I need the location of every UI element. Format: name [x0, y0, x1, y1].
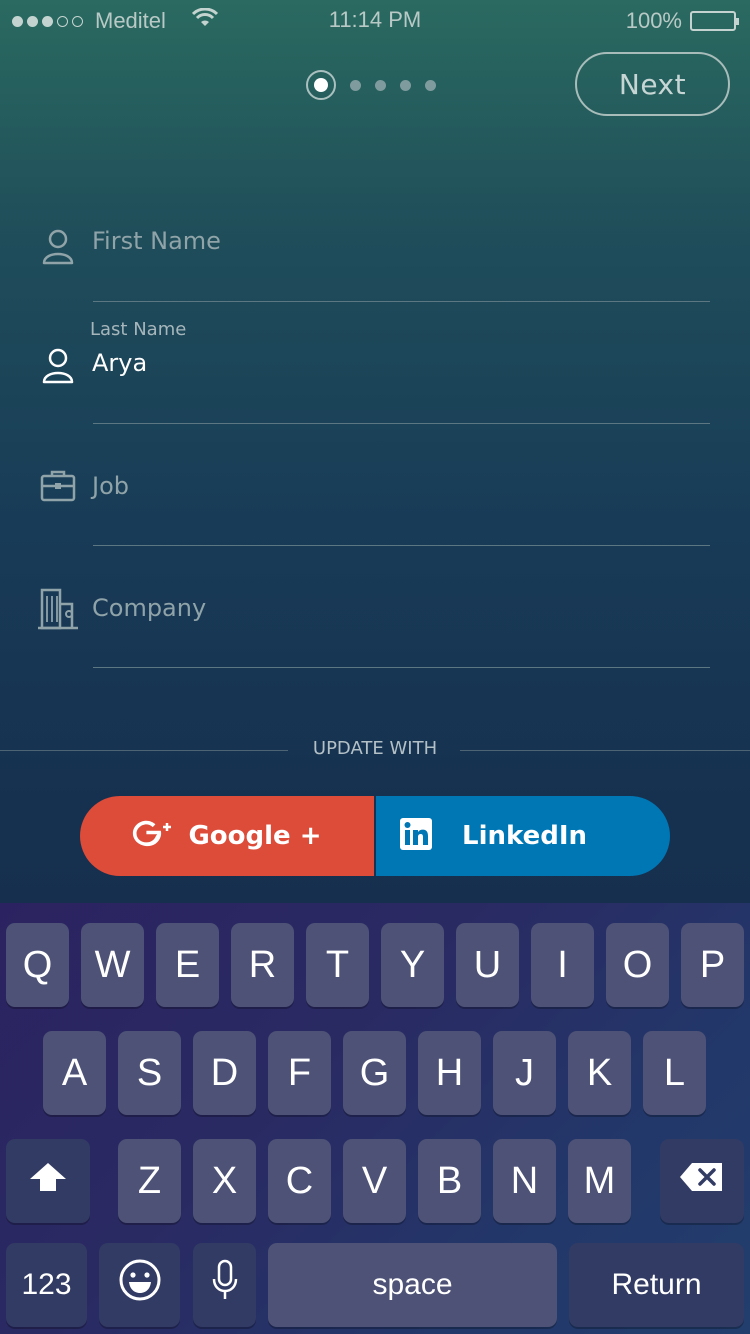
user-icon	[36, 342, 80, 386]
briefcase-icon	[36, 464, 80, 508]
field-underline	[93, 545, 710, 546]
divider-line-right	[460, 750, 750, 751]
social-buttons: Google + LinkedIn	[80, 796, 670, 876]
key-o[interactable]: O	[606, 923, 669, 1007]
return-key[interactable]: Return	[569, 1243, 744, 1327]
backspace-icon	[678, 1160, 726, 1203]
key-t[interactable]: T	[306, 923, 369, 1007]
key-n[interactable]: N	[493, 1139, 556, 1223]
page-dot	[400, 79, 411, 91]
last-name-value: Arya	[92, 349, 148, 377]
page-dot	[375, 79, 386, 91]
key-v[interactable]: V	[343, 1139, 406, 1223]
key-s[interactable]: S	[118, 1031, 181, 1115]
key-q[interactable]: Q	[6, 923, 69, 1007]
company-placeholder: Company	[92, 594, 207, 622]
building-icon	[36, 584, 80, 630]
update-with-label: UPDATE WITH	[312, 738, 438, 759]
key-i[interactable]: I	[531, 923, 594, 1007]
key-x[interactable]: X	[193, 1139, 256, 1223]
key-b[interactable]: B	[418, 1139, 481, 1223]
key-h[interactable]: H	[418, 1031, 481, 1115]
key-a[interactable]: A	[43, 1031, 106, 1115]
update-with-divider: UPDATE WITH	[0, 738, 750, 762]
linkedin-icon	[400, 818, 432, 854]
emoji-key[interactable]	[99, 1243, 180, 1327]
google-plus-label: Google +	[188, 821, 322, 851]
last-name-label: Last Name	[90, 319, 187, 340]
job-placeholder: Job	[92, 472, 129, 500]
page-dot	[425, 79, 436, 91]
space-key[interactable]: space	[268, 1243, 557, 1327]
key-d[interactable]: D	[193, 1031, 256, 1115]
shift-key[interactable]	[6, 1139, 90, 1223]
key-w[interactable]: W	[81, 923, 144, 1007]
battery-percent: 100%	[625, 8, 682, 33]
key-r[interactable]: R	[231, 923, 294, 1007]
key-g[interactable]: G	[343, 1031, 406, 1115]
user-icon	[36, 223, 80, 267]
key-f[interactable]: F	[268, 1031, 331, 1115]
key-z[interactable]: Z	[118, 1139, 181, 1223]
microphone-icon	[211, 1259, 239, 1311]
linkedin-label: LinkedIn	[462, 821, 588, 851]
google-plus-button[interactable]: Google +	[80, 796, 374, 876]
key-p[interactable]: P	[681, 923, 744, 1007]
field-underline	[93, 301, 710, 302]
key-u[interactable]: U	[456, 923, 519, 1007]
company-field[interactable]: Company	[0, 580, 750, 670]
battery-icon	[690, 11, 739, 31]
field-underline	[93, 667, 710, 668]
dictation-key[interactable]	[193, 1243, 256, 1327]
page-indicator	[306, 70, 436, 100]
last-name-field[interactable]: Last Name Arya	[0, 318, 750, 428]
key-y[interactable]: Y	[381, 923, 444, 1007]
job-field[interactable]: Job	[0, 460, 750, 550]
numbers-key[interactable]: 123	[6, 1243, 87, 1327]
keyboard: Q W E R T Y U I O P A S D F G H J K L Z …	[0, 903, 750, 1334]
next-button[interactable]: Next	[575, 52, 730, 116]
page-dot-active	[306, 70, 336, 100]
battery-status: 100%	[625, 8, 739, 34]
linkedin-button[interactable]: LinkedIn	[374, 796, 670, 876]
key-k[interactable]: K	[568, 1031, 631, 1115]
first-name-placeholder: First Name	[92, 227, 221, 255]
field-underline	[93, 423, 710, 424]
backspace-key[interactable]	[660, 1139, 744, 1223]
key-j[interactable]: J	[493, 1031, 556, 1115]
key-m[interactable]: M	[568, 1139, 631, 1223]
page-dot	[350, 79, 361, 91]
shift-icon	[28, 1160, 68, 1203]
key-e[interactable]: E	[156, 923, 219, 1007]
key-l[interactable]: L	[643, 1031, 706, 1115]
google-plus-icon	[132, 817, 174, 855]
emoji-icon	[118, 1258, 162, 1312]
key-c[interactable]: C	[268, 1139, 331, 1223]
status-bar: Meditel 11:14 PM 100%	[0, 0, 750, 40]
first-name-field[interactable]: First Name	[0, 215, 750, 305]
